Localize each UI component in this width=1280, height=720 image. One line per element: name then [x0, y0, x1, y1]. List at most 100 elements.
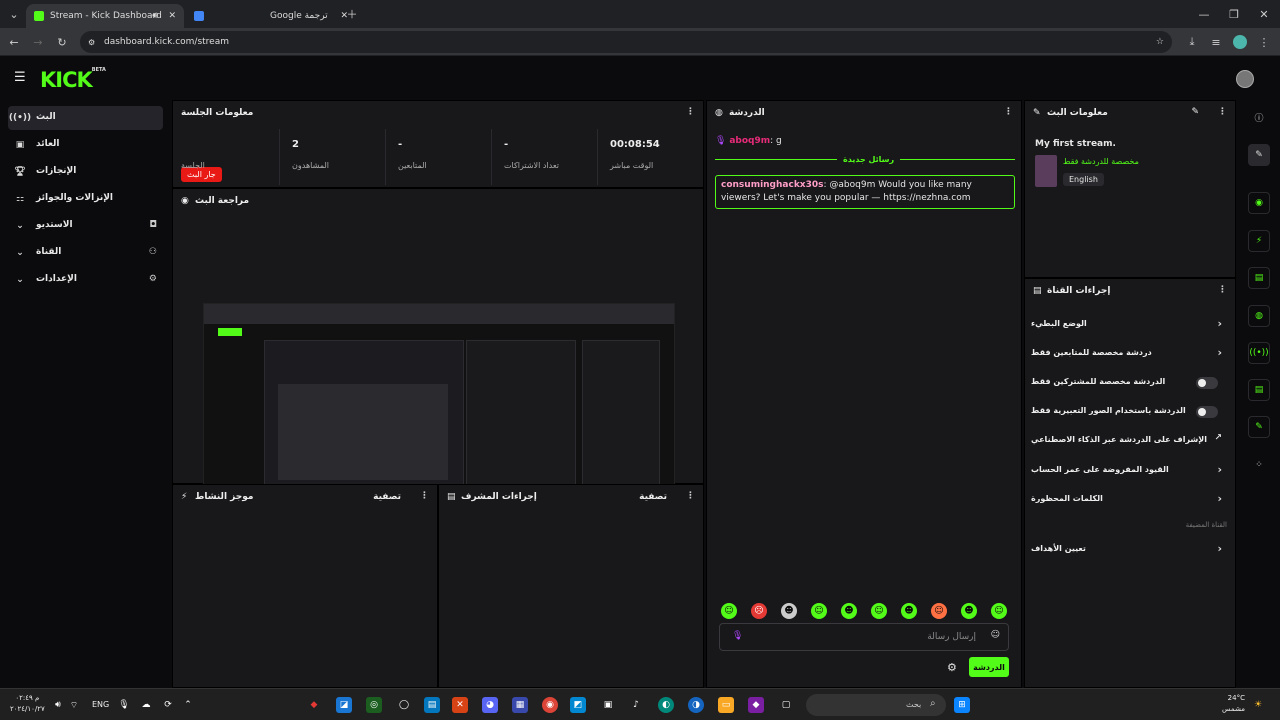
download-icon[interactable]: ⤓ — [1182, 32, 1202, 52]
emote-icon[interactable]: ☻ — [961, 603, 977, 619]
app-icon[interactable]: ◪ — [336, 697, 352, 713]
emote-icon[interactable]: ☺ — [811, 603, 827, 619]
app-icon[interactable]: ◎ — [366, 697, 382, 713]
chat-username[interactable]: aboq9m — [729, 136, 770, 146]
emoji-icon[interactable]: ☺ — [991, 630, 1000, 640]
more-widgets-icon[interactable]: ⁘ — [1248, 454, 1270, 476]
app-icon[interactable]: ◑ — [688, 697, 704, 713]
activity-toggle-icon[interactable]: ⚡︎ — [1248, 230, 1270, 252]
emote-icon[interactable]: ☻ — [841, 603, 857, 619]
search-box[interactable]: بحث ⌕ — [806, 694, 946, 716]
emote-icon[interactable]: ☺ — [871, 603, 887, 619]
tab-close-icon[interactable]: ✕ — [168, 11, 176, 21]
chat-settings-icon[interactable]: ⚙ — [947, 661, 957, 674]
weather-widget[interactable]: 24°C مشمس — [1222, 693, 1245, 715]
new-tab-button[interactable]: ＋ — [342, 4, 362, 24]
window-close-button[interactable]: ✕ — [1254, 4, 1274, 24]
tab-kick-dashboard[interactable]: Stream - Kick Dashboard 🔊︎ ✕ — [26, 4, 184, 28]
banned-words-row[interactable]: الكلمات المحظورة › — [1031, 488, 1226, 512]
tools-toggle-icon[interactable]: ✎ — [1248, 416, 1270, 438]
session-toggle-icon[interactable]: ((•)) — [1248, 342, 1270, 364]
app-icon[interactable]: ◆ — [306, 697, 322, 713]
tab-audio-icon[interactable]: 🔊︎ — [152, 11, 158, 21]
app-icon[interactable]: ✕ — [452, 697, 468, 713]
app-icon[interactable]: ◆ — [748, 697, 764, 713]
sidebar-item-drops[interactable]: ⚏ الإنزالات والجوائز — [8, 187, 163, 211]
tab-google-translate[interactable]: Google ترجمة ✕ — [186, 4, 356, 28]
emote-icon[interactable]: ☻ — [901, 603, 917, 619]
set-goals-row[interactable]: تعيين الأهداف › — [1031, 538, 1226, 562]
hamburger-menu-icon[interactable]: ☰ — [14, 70, 26, 85]
bookmark-star-icon[interactable]: ☆ — [1156, 37, 1164, 47]
sidebar-item-stream[interactable]: ((•)) البث — [8, 106, 163, 130]
ai-moderation-row[interactable]: الإشراف على الدردشة عبر الذكاء الاصطناعي… — [1031, 429, 1226, 453]
category-link[interactable]: مخصصة للدردشة فقط — [1063, 157, 1139, 166]
tray-expand-icon[interactable]: ⌃ — [180, 697, 196, 713]
subscribers-only-toggle[interactable] — [1196, 377, 1218, 389]
filter-button[interactable]: تصفية — [639, 492, 667, 502]
more-options-icon[interactable]: ⋮ — [686, 491, 695, 501]
start-icon[interactable]: ⊞ — [954, 697, 970, 713]
chat-toggle-icon[interactable]: ◍ — [1248, 305, 1270, 327]
clock[interactable]: م ٠٢:٤٩ ٢٠٢٤/١٠/٢٧ — [10, 693, 45, 715]
minimize-button[interactable]: — — [1194, 4, 1214, 24]
preview-toggle-icon[interactable]: ◉ — [1248, 192, 1270, 214]
app-icon[interactable]: ▣ — [600, 697, 616, 713]
sidebar-item-channel[interactable]: ⌄ القناة ⚇ — [8, 241, 163, 265]
language-indicator[interactable]: ENG — [92, 700, 109, 709]
tab-search-icon[interactable]: ⌄ — [4, 4, 24, 24]
actions-toggle-icon[interactable]: ▤ — [1248, 379, 1270, 401]
emote-icon[interactable]: ☺ — [991, 603, 1007, 619]
microphone-icon[interactable]: 🎙︎ — [116, 697, 132, 713]
back-icon[interactable]: ← — [4, 32, 24, 52]
chat-input[interactable]: 🎙︎ إرسال رسالة ☺ — [719, 623, 1009, 651]
app-icon[interactable]: ◩ — [570, 697, 586, 713]
sidebar-item-achievements[interactable]: 🏆︎ الإنجازات — [8, 160, 163, 184]
more-options-icon[interactable]: ⋮ — [686, 107, 695, 117]
forward-icon[interactable]: → — [28, 32, 48, 52]
emote-icon[interactable]: ☺ — [931, 603, 947, 619]
filter-button[interactable]: تصفية — [373, 492, 401, 502]
sidebar-item-studio[interactable]: ⌄ الاستديو ◘ — [8, 214, 163, 238]
emotes-only-toggle[interactable] — [1196, 406, 1218, 418]
app-icon[interactable]: ▢ — [778, 697, 794, 713]
sync-icon[interactable]: ⟳ — [160, 697, 176, 713]
site-info-icon[interactable]: ⚙ — [88, 38, 95, 47]
mod-toggle-icon[interactable]: ▤ — [1248, 267, 1270, 289]
file-explorer-icon[interactable]: ▭ — [718, 697, 734, 713]
url-bar[interactable]: ⚙ dashboard.kick.com/stream ☆ — [80, 31, 1172, 53]
edit-button-icon[interactable]: ✎ — [1191, 107, 1199, 117]
cloud-icon[interactable]: ☁ — [138, 697, 154, 713]
user-avatar[interactable] — [1236, 70, 1254, 88]
send-chat-button[interactable]: الدردشة — [969, 657, 1009, 677]
edge-icon[interactable]: ◐ — [658, 697, 674, 713]
info-icon[interactable]: ⓘ — [1248, 106, 1270, 128]
kick-logo[interactable]: KICKBETA — [40, 67, 106, 92]
more-options-icon[interactable]: ⋮ — [420, 491, 429, 501]
chrome-icon[interactable]: ◉ — [542, 697, 558, 713]
more-options-icon[interactable]: ⋮ — [1218, 107, 1227, 117]
app-icon[interactable]: ▤ — [424, 697, 440, 713]
mic-icon[interactable]: 🎙︎ — [732, 631, 743, 641]
app-icon[interactable]: ◕ — [482, 697, 498, 713]
slow-mode-row[interactable]: الوضع البطيء › — [1031, 313, 1226, 337]
volume-icon[interactable]: 🔊︎ — [50, 697, 66, 713]
sidebar-item-revenue[interactable]: ▣ العائد — [8, 133, 163, 157]
profile-avatar-icon[interactable] — [1230, 32, 1250, 52]
maximize-button[interactable]: ❐ — [1224, 4, 1244, 24]
app-icon[interactable]: ▦ — [512, 697, 528, 713]
app-icon[interactable]: ◯ — [396, 697, 412, 713]
reading-list-icon[interactable]: ≡ — [1206, 32, 1226, 52]
tiktok-icon[interactable]: ♪ — [628, 697, 644, 713]
wifi-icon[interactable]: ⌔ — [66, 697, 82, 713]
emote-icon[interactable]: ☻ — [781, 603, 797, 619]
sidebar-item-settings[interactable]: ⌄ الإعدادات ⚙ — [8, 268, 163, 292]
chat-username[interactable]: consuminghackx30s — [721, 180, 824, 190]
emote-icon[interactable]: ☺ — [721, 603, 737, 619]
more-options-icon[interactable]: ⋮ — [1218, 285, 1227, 295]
account-age-row[interactable]: القيود المفروضة على عمر الحساب › — [1031, 459, 1226, 483]
more-options-icon[interactable]: ⋮ — [1004, 107, 1013, 117]
chrome-menu-icon[interactable]: ⋮ — [1254, 32, 1274, 52]
edit-layout-icon[interactable]: ✎ — [1248, 144, 1270, 166]
followers-only-row[interactable]: دردشة مخصصة للمتابعين فقط › — [1031, 342, 1226, 366]
